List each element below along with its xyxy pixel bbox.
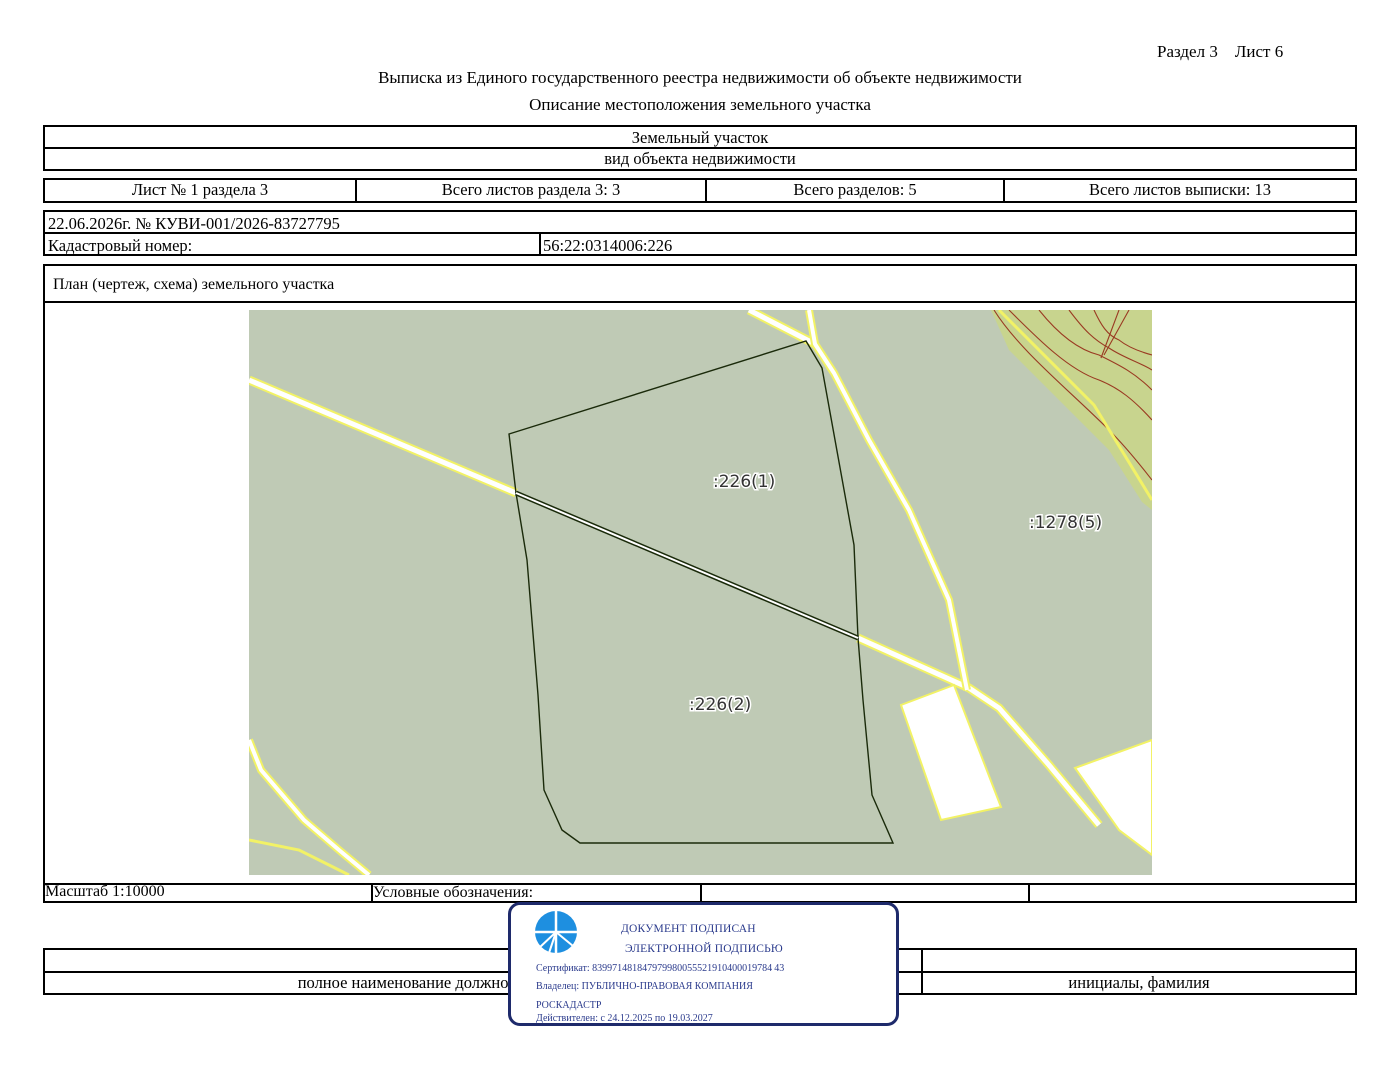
stamp-certificate: Сертификат: 8399714818479799800555219104…: [536, 963, 785, 974]
document-title: Выписка из Единого государственного реес…: [378, 68, 1022, 87]
document-subtitle: Описание местоположения земельного участ…: [529, 95, 871, 114]
cadastral-label: Кадастровый номер:: [48, 236, 193, 255]
roskadastr-logo-icon: [535, 911, 577, 954]
parcel-label-1278-5: :1278(5): [1029, 513, 1102, 533]
stamp-line-2: ЭЛЕКТРОННОЙ ПОДПИСЬЮ: [625, 943, 783, 955]
object-type-table: Земельный участок вид объекта недвижимос…: [43, 125, 1357, 171]
scale-label: Масштаб 1:10000: [45, 883, 165, 900]
relief-area: [991, 310, 1152, 510]
stamp-owner: Владелец: ПУБЛИЧНО-ПРАВОВАЯ КОМПАНИЯ: [536, 981, 753, 992]
cadastral-number: 56:22:0314006:226: [543, 236, 673, 255]
divider: [700, 883, 702, 901]
object-name: Земельный участок: [631, 127, 769, 147]
record-table: 22.06.2026г. № КУВИ-001/2026-83727795 Ка…: [43, 210, 1357, 256]
sheets-table: Лист № 1 раздела 3 Всего листов раздела …: [43, 178, 1357, 203]
date-number: 22.06.2026г. № КУВИ-001/2026-83727795: [48, 214, 340, 233]
parcel-map[interactable]: :226(1) :226(2) :1278(5): [249, 310, 1152, 875]
parcel-map-drawing: :226(1) :226(2) :1278(5): [249, 310, 1152, 875]
parcel-label-226-2: :226(2): [689, 695, 751, 715]
plan-caption: План (чертеж, схема) земельного участка: [53, 276, 335, 293]
white-plot: [899, 683, 1003, 822]
roads: [249, 310, 1152, 875]
stamp-valid: Действителен: с 24.12.2025 по 19.03.2027: [536, 1013, 713, 1024]
name-caption: инициалы, фамилия: [1068, 972, 1210, 992]
stamp-owner-cont: РОСКАДАСТР: [536, 1000, 602, 1011]
stamp-line-1: ДОКУМЕНТ ПОДПИСАН: [621, 923, 756, 935]
object-kind-caption: вид объекта недвижимости: [604, 148, 796, 168]
total-sections: Всего разделов: 5: [793, 180, 917, 200]
parcel-226-part-2[interactable]: [515, 491, 895, 844]
legend-label: Условные обозначения:: [373, 884, 534, 901]
sheet-number: Лист № 1 раздела 3: [131, 180, 269, 200]
divider: [1028, 883, 1030, 901]
parcel-label-226-1: :226(1): [713, 472, 775, 492]
section-sheet-number: Раздел 3 Лист 6: [1157, 42, 1284, 61]
divider: [539, 233, 541, 254]
e-signature-stamp: ДОКУМЕНТ ПОДПИСАН ЭЛЕКТРОННОЙ ПОДПИСЬЮ С…: [508, 902, 899, 1026]
white-plot: [1073, 738, 1152, 857]
divider: [45, 301, 1355, 303]
total-sheets-extract: Всего листов выписки: 13: [1088, 180, 1272, 200]
parcel-226-part-1[interactable]: [508, 340, 859, 640]
total-sheets-section: Всего листов раздела 3: 3: [441, 180, 621, 200]
